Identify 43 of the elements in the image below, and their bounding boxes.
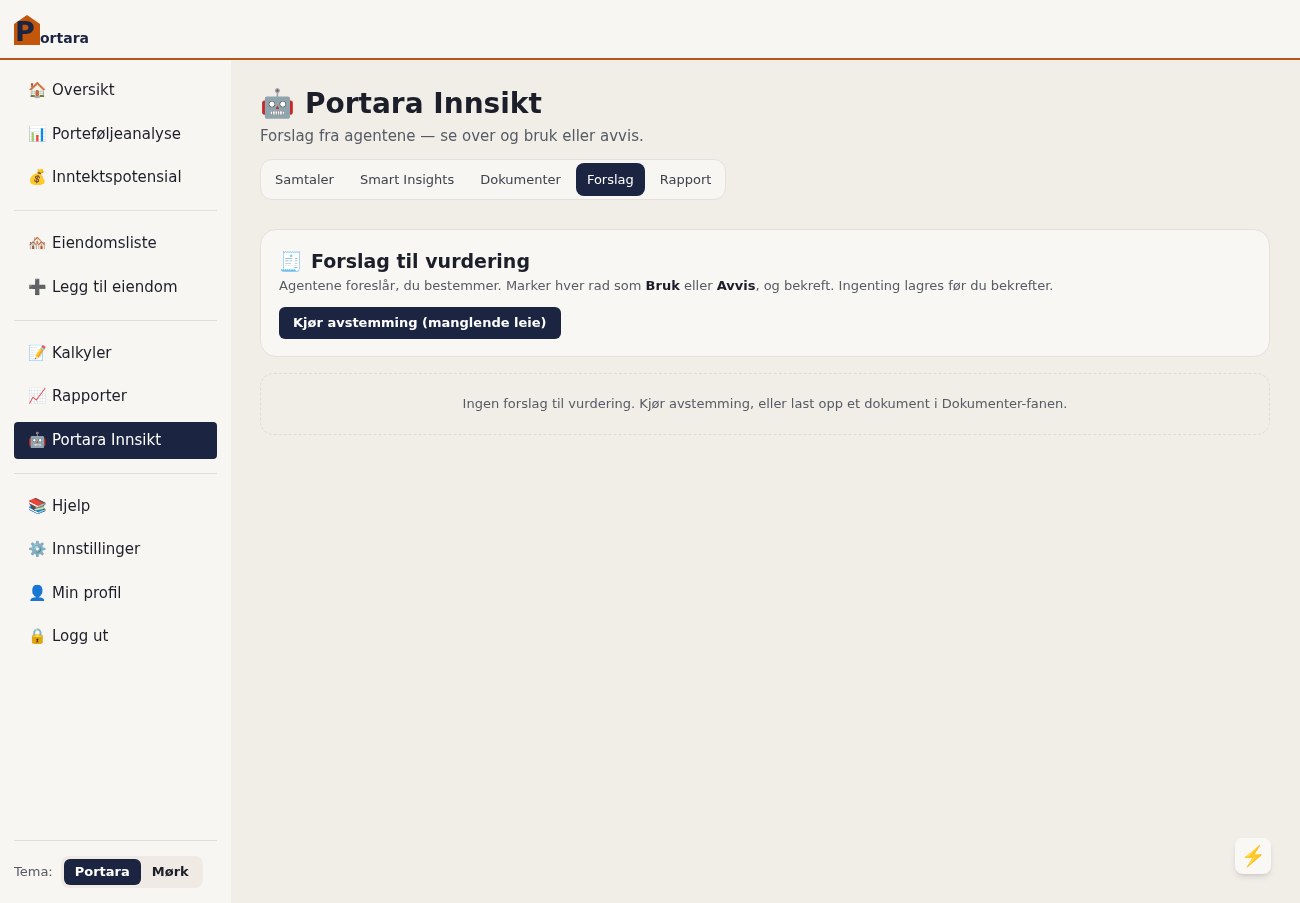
run-reconciliation-button[interactable]: Kjør avstemming (manglende leie) <box>279 307 561 339</box>
money-bag-icon: 💰 <box>29 170 46 185</box>
sidebar-item[interactable]: 📝 Kalkyler <box>14 334 217 372</box>
bar-chart-icon: 📊 <box>29 126 46 142</box>
brand-name: ortara <box>40 30 89 46</box>
memo-icon: 📝 <box>29 345 46 361</box>
sidebar-item[interactable]: 📈 Rapporter <box>14 378 217 415</box>
logo-mark: P <box>14 15 40 45</box>
page-title: Portara Innsikt <box>305 87 542 121</box>
plus-icon: ➕ <box>29 279 46 295</box>
sidebar-item[interactable]: 🔒 Logg ut <box>14 618 217 655</box>
tab[interactable]: Dokumenter <box>469 163 572 196</box>
sidebar-item[interactable]: 💰 Inntektspotensial <box>14 159 217 196</box>
houses-icon: 🏘 <box>29 236 46 251</box>
tab[interactable]: Smart Insights <box>348 163 466 196</box>
sidebar-item[interactable]: 🤖 Portara Innsikt <box>14 421 217 459</box>
empty-state-message: Ingen forslag til vurdering. Kjør avstemming, eller last opp et dokument i Dokumenter-fanen. <box>462 395 1068 414</box>
sidebar-item[interactable]: 🏠 Oversikt <box>14 72 217 109</box>
books-icon: 📚 <box>29 498 46 514</box>
person-icon: 👤 <box>29 585 46 601</box>
sidebar-item[interactable]: 🏘 Eiendomsliste <box>14 225 217 262</box>
house-icon: 🏠 <box>29 83 46 98</box>
robot-icon: 🤖 <box>29 432 46 448</box>
sidebar-item[interactable]: 👤 Min profil <box>14 574 217 612</box>
sidebar-item[interactable]: 📊 Porteføljeanalyse <box>14 115 217 153</box>
robot-icon: 🤖 <box>260 90 295 118</box>
tab[interactable]: Forslag <box>575 163 645 196</box>
gear-icon: ⚙ <box>29 542 46 557</box>
line-chart-icon: 📈 <box>29 389 46 404</box>
theme-label: Tema: <box>14 863 53 882</box>
receipt-icon: 🧾 <box>279 251 303 271</box>
page-subtitle: Forslag fra agentene — se over og bruk eller avvis. <box>260 126 645 146</box>
card-title: Forslag til vurdering <box>311 249 530 273</box>
tab[interactable]: Samtaler <box>264 163 345 196</box>
tab[interactable]: Rapport <box>648 163 723 196</box>
sidebar-item[interactable]: 📚 Hjelp <box>14 487 217 525</box>
lock-icon: 🔒 <box>29 629 46 644</box>
card-description: Agentene foreslår, du bestemmer. Marker hver rad som Bruk eller Avvis, og bekreft. Ingenting lagres før du bekrefter. <box>279 277 1054 295</box>
theme-option[interactable]: Portara <box>63 859 141 885</box>
lightning-icon: ⚡ <box>1240 846 1266 866</box>
theme-option[interactable]: Mørk <box>140 859 200 885</box>
sidebar-item[interactable]: ⚙ Innstillinger <box>14 531 217 568</box>
sidebar-item[interactable]: ➕ Legg til eiendom <box>14 268 217 306</box>
